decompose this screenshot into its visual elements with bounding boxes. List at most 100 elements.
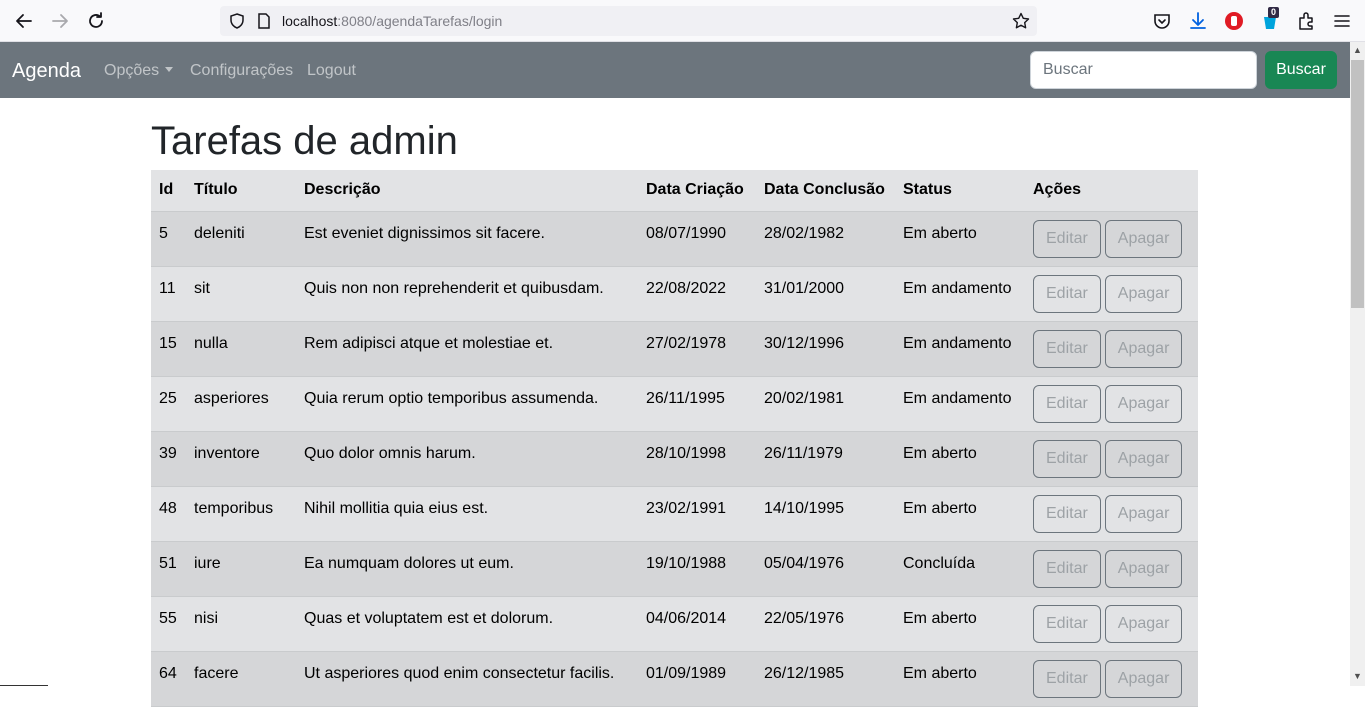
cell-titulo: sit xyxy=(186,266,296,322)
url-text[interactable]: localhost:8080/agendaTarefas/login xyxy=(282,13,502,29)
page-icon[interactable] xyxy=(256,12,272,30)
delete-button[interactable]: Apagar xyxy=(1104,274,1183,313)
cell-status: Em aberto xyxy=(895,431,1025,487)
edit-button[interactable]: Editar xyxy=(1033,549,1101,588)
browser-toolbar: localhost:8080/agendaTarefas/login 0 xyxy=(0,0,1365,42)
delete-button[interactable]: Apagar xyxy=(1104,384,1183,423)
cell-data-conclusao: 22/05/1976 xyxy=(756,596,895,652)
table-row: 64 facere Ut asperiores quod enim consec… xyxy=(151,651,1198,707)
header-titulo: Título xyxy=(186,170,296,212)
hamburger-menu-icon[interactable] xyxy=(1331,10,1353,32)
edit-button[interactable]: Editar xyxy=(1033,219,1101,258)
cell-data-criacao: 27/02/1978 xyxy=(638,321,756,377)
cell-actions: Editar Apagar xyxy=(1025,541,1198,597)
cell-data-conclusao: 26/12/1985 xyxy=(756,651,895,707)
cell-actions: Editar Apagar xyxy=(1025,266,1198,322)
cell-data-conclusao: 14/10/1995 xyxy=(756,486,895,542)
nav-link-opcoes[interactable]: Opções xyxy=(104,62,174,80)
cell-titulo: asperiores xyxy=(186,376,296,432)
table-row: 48 temporibus Nihil mollitia quia eius e… xyxy=(151,486,1198,542)
edit-button[interactable]: Editar xyxy=(1033,384,1101,423)
delete-button[interactable]: Apagar xyxy=(1104,494,1183,533)
cell-actions: Editar Apagar xyxy=(1025,486,1198,542)
search-input[interactable] xyxy=(1030,51,1257,89)
cell-actions: Editar Apagar xyxy=(1025,376,1198,432)
cell-status: Em andamento xyxy=(895,321,1025,377)
nav-link-configuracoes[interactable]: Configurações xyxy=(190,62,293,80)
download-icon[interactable] xyxy=(1187,10,1209,32)
cell-titulo: temporibus xyxy=(186,486,296,542)
cell-status: Em andamento xyxy=(895,266,1025,322)
reload-icon[interactable] xyxy=(84,9,108,33)
navbar: Agenda Opções Configurações Logout Busca… xyxy=(0,42,1350,98)
cell-descricao: Rem adipisci atque et molestiae et. xyxy=(296,321,638,377)
edit-button[interactable]: Editar xyxy=(1033,494,1101,533)
cell-data-criacao: 04/06/2014 xyxy=(638,596,756,652)
cell-data-conclusao: 20/02/1981 xyxy=(756,376,895,432)
cell-status: Em aberto xyxy=(895,486,1025,542)
cell-id: 39 xyxy=(151,431,186,487)
back-arrow-icon[interactable] xyxy=(12,9,36,33)
delete-button[interactable]: Apagar xyxy=(1104,329,1183,368)
cell-id: 5 xyxy=(151,211,186,267)
chevron-down-icon xyxy=(165,67,174,72)
cell-id: 25 xyxy=(151,376,186,432)
cell-titulo: nulla xyxy=(186,321,296,377)
header-data-criacao: Data Criação xyxy=(638,170,756,212)
url-bar[interactable]: localhost:8080/agendaTarefas/login xyxy=(220,6,1037,36)
search-button[interactable]: Buscar xyxy=(1265,51,1337,89)
cell-descricao: Quas et voluptatem est et dolorum. xyxy=(296,596,638,652)
header-id: Id xyxy=(151,170,186,212)
cell-id: 55 xyxy=(151,596,186,652)
cell-id: 11 xyxy=(151,266,186,322)
cell-data-criacao: 08/07/1990 xyxy=(638,211,756,267)
cell-descricao: Ut asperiores quod enim consectetur faci… xyxy=(296,651,638,707)
edit-button[interactable]: Editar xyxy=(1033,439,1101,478)
scrollbar-thumb[interactable] xyxy=(1351,60,1364,308)
cell-id: 51 xyxy=(151,541,186,597)
header-data-conclusao: Data Conclusão xyxy=(756,170,895,212)
delete-button[interactable]: Apagar xyxy=(1104,604,1183,643)
cell-data-criacao: 23/02/1991 xyxy=(638,486,756,542)
extensions-puzzle-icon[interactable] xyxy=(1295,10,1317,32)
ublock-icon[interactable] xyxy=(1223,10,1245,32)
cell-data-criacao: 01/09/1989 xyxy=(638,651,756,707)
shield-icon[interactable] xyxy=(228,12,246,30)
cell-data-conclusao: 30/12/1996 xyxy=(756,321,895,377)
delete-button[interactable]: Apagar xyxy=(1104,659,1183,698)
delete-button[interactable]: Apagar xyxy=(1104,549,1183,588)
cell-status: Em aberto xyxy=(895,596,1025,652)
cell-status: Em andamento xyxy=(895,376,1025,432)
cell-id: 15 xyxy=(151,321,186,377)
delete-button[interactable]: Apagar xyxy=(1104,439,1183,478)
table-header-row: Id Título Descrição Data Criação Data Co… xyxy=(151,170,1198,212)
delete-button[interactable]: Apagar xyxy=(1104,219,1183,258)
pocket-icon[interactable] xyxy=(1151,10,1173,32)
edit-button[interactable]: Editar xyxy=(1033,329,1101,368)
cell-data-conclusao: 26/11/1979 xyxy=(756,431,895,487)
cell-data-criacao: 22/08/2022 xyxy=(638,266,756,322)
table-row: 39 inventore Quo dolor omnis harum. 28/1… xyxy=(151,431,1198,487)
cell-titulo: inventore xyxy=(186,431,296,487)
scroll-down-icon[interactable]: ▼ xyxy=(1353,671,1362,681)
nav-link-logout[interactable]: Logout xyxy=(307,62,356,80)
cell-titulo: deleniti xyxy=(186,211,296,267)
table-row: 55 nisi Quas et voluptatem est et doloru… xyxy=(151,596,1198,652)
edit-button[interactable]: Editar xyxy=(1033,274,1101,313)
cell-descricao: Est eveniet dignissimos sit facere. xyxy=(296,211,638,267)
bookmark-star-icon[interactable] xyxy=(1012,12,1030,30)
forward-arrow-icon[interactable] xyxy=(48,9,72,33)
nav-link-opcoes-label: Opções xyxy=(104,62,160,79)
table-row: 25 asperiores Quia rerum optio temporibu… xyxy=(151,376,1198,432)
cell-titulo: facere xyxy=(186,651,296,707)
cell-id: 64 xyxy=(151,651,186,707)
header-status: Status xyxy=(895,170,1025,212)
cell-status: Concluída xyxy=(895,541,1025,597)
scroll-up-icon[interactable]: ▲ xyxy=(1353,45,1362,55)
cell-actions: Editar Apagar xyxy=(1025,596,1198,652)
edit-button[interactable]: Editar xyxy=(1033,659,1101,698)
header-acoes: Ações xyxy=(1025,170,1198,212)
edit-button[interactable]: Editar xyxy=(1033,604,1101,643)
cell-actions: Editar Apagar xyxy=(1025,651,1198,707)
navbar-brand[interactable]: Agenda xyxy=(12,60,81,83)
